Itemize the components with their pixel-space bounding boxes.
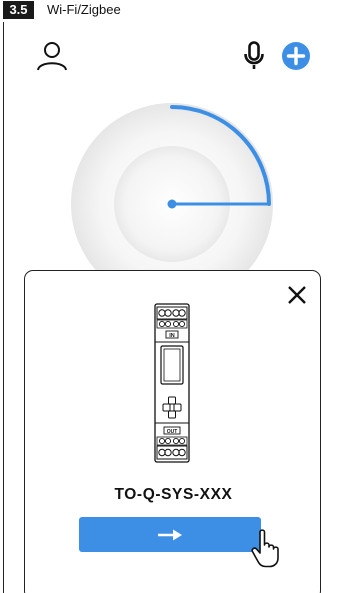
frame-border	[3, 22, 4, 593]
section-number-badge: 3.5	[3, 1, 34, 19]
device-model-label: TO-Q-SYS-XXX	[114, 486, 233, 503]
device-in-label: IN	[169, 333, 175, 339]
user-icon[interactable]	[36, 40, 68, 72]
microphone-icon[interactable]	[243, 41, 265, 71]
tap-hand-icon	[251, 529, 279, 568]
dial-center-dot	[167, 199, 177, 209]
section-title: Wi-Fi/Zigbee	[47, 2, 121, 17]
device-dialog: IN OUT TO-Q-SYS-XXX	[24, 270, 321, 593]
arrow-right-icon	[158, 529, 182, 541]
device-out-label: OUT	[167, 429, 178, 435]
din-rail-device-illustration: IN OUT	[154, 303, 190, 463]
page: 3.5 Wi-Fi/Zigbee IN OUT TO-Q-SYS-XXX	[0, 0, 340, 593]
next-button[interactable]	[79, 517, 261, 552]
close-icon[interactable]	[287, 285, 307, 305]
add-circle-icon[interactable]	[281, 41, 311, 71]
